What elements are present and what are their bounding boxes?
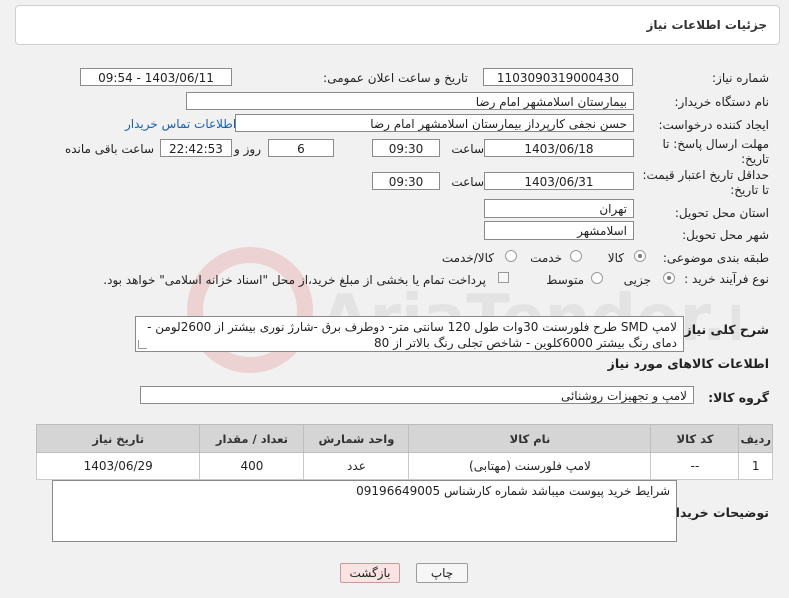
goods-group-field[interactable]: لامپ و تجهیزات روشنائی [140, 386, 694, 404]
province-label: استان محل تحویل: [674, 206, 769, 220]
need-number-field[interactable]: 1103090319000430 [483, 68, 633, 86]
goods-section-title: اطلاعات کالاهای مورد نیاز [607, 356, 769, 371]
goods-group-label: گروه کالا: [708, 390, 769, 405]
remaining-time-field[interactable]: 22:42:53 [160, 139, 232, 157]
col-header-code: کد کالا [650, 424, 740, 453]
reply-time-field[interactable]: 09:30 [372, 139, 440, 157]
city-field[interactable]: اسلامشهر [484, 221, 634, 240]
reply-time-label: ساعت [451, 142, 484, 156]
reply-date-field[interactable]: 1403/06/18 [484, 139, 634, 157]
creator-field[interactable]: حسن نجفی کارپرداز بیمارستان اسلامشهر اما… [235, 114, 634, 132]
process-medium-radio[interactable] [591, 272, 603, 284]
payment-note: پرداخت تمام یا بخشی از مبلغ خرید،از محل … [103, 273, 486, 287]
cell-row-number: 1 [738, 452, 773, 480]
buyer-notes-textarea[interactable]: شرایط خرید پیوست میباشد شماره کارشناس 09… [52, 480, 677, 542]
creator-label: ایجاد کننده درخواست: [658, 118, 769, 132]
validity-time-label: ساعت [451, 175, 484, 189]
print-button[interactable]: چاپ [416, 563, 468, 583]
buyer-org-field[interactable]: بیمارستان اسلامشهر امام رضا [186, 92, 634, 110]
contact-info-link[interactable]: اطلاعات تماس خریدار [125, 117, 236, 131]
cell-name: لامپ فلورسنت (مهتابی) [408, 452, 652, 480]
goods-table: ردیف کد کالا نام کالا واحد شمارش تعداد /… [35, 424, 773, 480]
process-medium-label: متوسط [546, 273, 584, 287]
validity-label: حداقل تاریخ اعتبار قیمت: تا تاریخ: [642, 168, 769, 197]
col-header-need-date: تاریخ نیاز [35, 424, 201, 453]
col-header-name: نام کالا [408, 424, 652, 453]
buyer-notes-text: شرایط خرید پیوست میباشد شماره کارشناس 09… [356, 484, 670, 498]
days-field[interactable]: 6 [268, 139, 334, 157]
reply-deadline-label: مهلت ارسال پاسخ: تا تاریخ: [662, 137, 769, 166]
category-service-radio[interactable] [570, 250, 582, 262]
days-label: روز و [234, 142, 261, 156]
col-header-quantity: تعداد / مقدار [199, 424, 305, 453]
buyer-org-label: نام دستگاه خریدار: [674, 95, 770, 109]
cell-quantity: 400 [199, 452, 305, 480]
back-button[interactable]: بازگشت [340, 563, 400, 583]
col-header-unit: واحد شمارش [303, 424, 410, 453]
table-row[interactable]: 1 -- لامپ فلورسنت (مهتابی) عدد 400 1403/… [35, 452, 773, 480]
description-label: شرح کلی نیاز: [679, 322, 769, 337]
category-service-label: خدمت [530, 251, 562, 265]
description-text: لامپ SMD طرح فلورسنت 30وات طول 120 سانتی… [147, 320, 677, 350]
category-goods-service-label: کالا/خدمت [441, 251, 494, 265]
process-label: نوع فرآیند خرید : [684, 272, 769, 286]
description-textarea[interactable]: لامپ SMD طرح فلورسنت 30وات طول 120 سانتی… [135, 316, 684, 352]
cell-need-date: 1403/06/29 [35, 452, 201, 480]
validity-date-field[interactable]: 1403/06/31 [484, 172, 634, 190]
announce-field[interactable]: 1403/06/11 - 09:54 [80, 68, 232, 86]
header-panel: جزئیات اطلاعات نیاز [15, 5, 780, 45]
process-minor-radio[interactable] [663, 272, 675, 284]
buyer-notes-label: توضیحات خریدار: [663, 505, 769, 520]
category-goods-label: کالا [607, 251, 624, 265]
cell-unit: عدد [303, 452, 410, 480]
city-label: شهر محل تحویل: [682, 228, 769, 242]
process-minor-label: جزیی [623, 273, 651, 287]
table-header-row: ردیف کد کالا نام کالا واحد شمارش تعداد /… [35, 424, 773, 453]
validity-time-field[interactable]: 09:30 [372, 172, 440, 190]
category-goods-radio[interactable] [634, 250, 646, 262]
remaining-label: ساعت باقی مانده [64, 142, 154, 156]
col-header-row-number: ردیف [738, 424, 773, 453]
cell-code: -- [650, 452, 740, 480]
resize-handle-icon[interactable] [138, 340, 147, 349]
need-number-label: شماره نیاز: [712, 71, 769, 85]
province-field[interactable]: تهران [484, 199, 634, 218]
category-goods-service-radio[interactable] [505, 250, 517, 262]
announce-label: تاریخ و ساعت اعلان عمومی: [323, 71, 468, 85]
page-title: جزئیات اطلاعات نیاز [646, 18, 767, 32]
treasury-payment-checkbox[interactable] [498, 272, 509, 283]
category-label: طبقه بندی موضوعی: [662, 251, 769, 265]
